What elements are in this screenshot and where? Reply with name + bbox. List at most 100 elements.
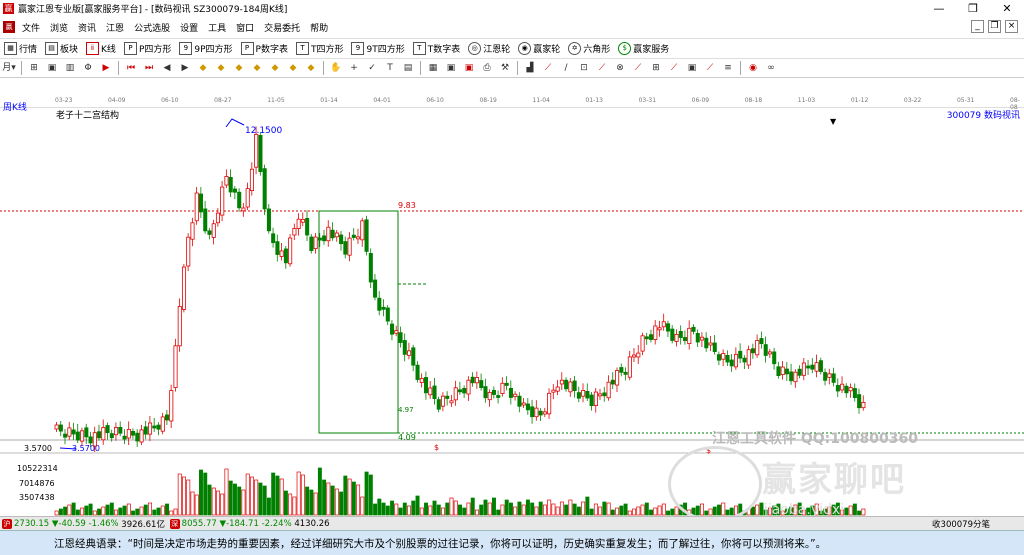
zero-icon[interactable]: Φ [81,61,95,75]
text-icon[interactable]: T [383,61,397,75]
toolbar-t-table-button[interactable]: T T数字表 [409,41,465,55]
mdi-restore-icon[interactable]: ❐ [988,20,1001,33]
plus-icon[interactable]: + [347,61,361,75]
first-icon[interactable]: ⏮ [124,61,138,75]
screen-icon[interactable]: ▦ [426,61,440,75]
volume-bar [432,500,437,516]
toolbar-sectors-button[interactable]: ▤ 板块 [41,41,82,55]
volume-bar [551,503,556,516]
candle-body [521,402,526,406]
period-dropdown[interactable]: 月▾ [2,61,16,75]
toolbar-kline-button[interactable]: ⅱ K线 [82,41,120,55]
chart-tool-2-icon[interactable]: ⟋ [541,61,555,75]
diamond-1-icon[interactable]: ◆ [196,61,210,75]
next-icon[interactable]: ⏭ [142,61,156,75]
box-icon[interactable]: ▤ [401,61,415,75]
menu-trade[interactable]: 交易委托 [259,21,305,34]
volume-bar [97,508,102,516]
chart-tool-12-icon[interactable]: ≡ [721,61,735,75]
volume-bar [657,505,662,516]
menu-formula[interactable]: 公式选股 [129,21,175,34]
circle-icon[interactable]: ◉ [746,61,760,75]
candle-body [198,193,204,213]
menu-window[interactable]: 窗口 [231,21,259,34]
volume-bar [275,475,280,516]
bar-icon[interactable]: ▥ [63,61,77,75]
minimize-icon[interactable]: — [922,0,956,17]
diamond-6-icon[interactable]: ◆ [286,61,300,75]
red-save-icon[interactable]: ▣ [462,61,476,75]
chart-tool-3-icon[interactable]: ∕ [559,61,573,75]
title-bar: 赢 赢家江恩专业版[赢家服务平台] - [数码视讯 SZ300079-184周K… [0,0,1024,17]
toolbar-9t-square-button[interactable]: 9 9T四方形 [347,41,408,55]
menu-settings[interactable]: 设置 [175,21,203,34]
toolbar-t-square-button[interactable]: T T四方形 [292,41,348,55]
volume-bar [317,467,322,516]
candle-body [564,379,569,390]
print-icon[interactable]: ⎙ [480,61,494,75]
volume-bar [322,479,327,516]
diamond-4-icon[interactable]: ◆ [250,61,264,75]
menu-info[interactable]: 资讯 [73,21,101,34]
menu-tools[interactable]: 工具 [203,21,231,34]
candle-body [683,337,688,341]
candle-body [58,424,63,432]
chart-tool-4-icon[interactable]: ⊡ [577,61,591,75]
menu-help[interactable]: 帮助 [305,21,333,34]
tools-icon[interactable]: ⚒ [498,61,512,75]
candle-body [708,342,713,346]
chart-tool-8-icon[interactable]: ⊞ [649,61,663,75]
volume-bar [394,503,399,516]
candle-body [343,241,348,255]
cross-icon[interactable]: ⊞ [27,61,41,75]
diamond-2-icon[interactable]: ◆ [214,61,228,75]
chart-tool-6-icon[interactable]: ⊗ [613,61,627,75]
chart-tool-11-icon[interactable]: ⟋ [703,61,717,75]
time-tick: 01-13 [585,97,603,104]
9p-square-icon: 9 [179,41,193,55]
tick-status[interactable]: 收300079分笔 [932,518,990,530]
time-axis: 03-23 04-09 06-10 08-27 11-05 01-14 04-01 06-10… [0,97,1024,111]
diamond-5-icon[interactable]: ◆ [268,61,282,75]
dropdown-arrow-icon[interactable]: ▼ [830,117,837,126]
menu-gann[interactable]: 江恩 [101,21,129,34]
volume-bar [351,481,356,516]
sz-index-icon: 深 [169,518,180,529]
page-icon[interactable]: ▣ [45,61,59,75]
candle-body [542,411,547,415]
toolbar-quotes-button[interactable]: ▦ 行情 [0,41,41,55]
chart-tool-5-icon[interactable]: ⟋ [595,61,609,75]
volume-bar [589,508,594,516]
toolbar-p-square-button[interactable]: P P四方形 [120,41,175,55]
flag-icon[interactable]: ▶ [99,61,113,75]
volume-bar [245,473,250,516]
candle-body [470,376,475,384]
diamond-7-icon[interactable]: ◆ [304,61,318,75]
hand-icon[interactable]: ✋ [329,61,343,75]
chart-tool-1-icon[interactable]: ▟ [523,61,537,75]
toolbar-service-button[interactable]: $ 赢家服务 [614,41,673,55]
mdi-close-icon[interactable]: × [1005,20,1018,33]
save-icon[interactable]: ▣ [444,61,458,75]
close-icon[interactable]: ✕ [990,0,1024,17]
left-icon[interactable]: ◀ [160,61,174,75]
mdi-minimize-icon[interactable]: _ [971,20,984,33]
toolbar-9p-square-button[interactable]: 9 9P四方形 [175,41,236,55]
right-icon[interactable]: ▶ [178,61,192,75]
menu-browse[interactable]: 浏览 [45,21,73,34]
toolbar-gann-wheel-button[interactable]: ◎ 江恩轮 [464,41,514,55]
time-tick: 11-03 [797,97,816,104]
candle-body [835,384,840,392]
chart-tool-7-icon[interactable]: ⟋ [631,61,645,75]
restore-icon[interactable]: ❐ [956,0,990,17]
chart-tool-10-icon[interactable]: ▣ [685,61,699,75]
diamond-3-icon[interactable]: ◆ [232,61,246,75]
menu-file[interactable]: 文件 [17,21,45,34]
volume-bar [398,507,403,516]
infinity-icon[interactable]: ∞ [764,61,778,75]
chart-tool-9-icon[interactable]: ⟋ [667,61,681,75]
toolbar-p-table-button[interactable]: P P数字表 [237,41,292,55]
toolbar-winner-wheel-button[interactable]: ◉ 赢家轮 [514,41,564,55]
check-icon[interactable]: ✓ [365,61,379,75]
toolbar-hexagon-button[interactable]: ✡ 六角形 [564,41,614,55]
